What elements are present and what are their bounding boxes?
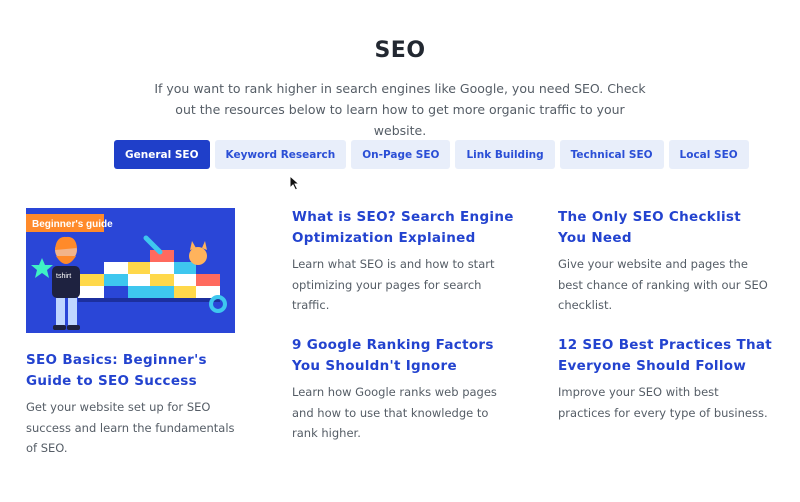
article-card: 9 Google Ranking Factors You Shouldn't I… — [292, 335, 517, 444]
page-title: SEO — [374, 38, 426, 63]
article-title-link[interactable]: SEO Basics: Beginner's Guide to SEO Succ… — [26, 350, 246, 391]
shirt-text: tshirt — [56, 273, 71, 280]
tab-keyword-research[interactable]: Keyword Research — [214, 140, 347, 169]
article-title-link[interactable]: The Only SEO Checklist You Need — [558, 207, 773, 248]
article-description: Improve your SEO with best practices for… — [558, 385, 768, 420]
article-card: The Only SEO Checklist You Need Give you… — [558, 207, 773, 316]
article-description: Give your website and pages the best cha… — [558, 257, 768, 312]
tab-technical-seo[interactable]: Technical SEO — [559, 140, 664, 169]
article-card: SEO Basics: Beginner's Guide to SEO Succ… — [26, 350, 246, 459]
tab-on-page-seo[interactable]: On-Page SEO — [351, 140, 451, 169]
article-description: Get your website set up for SEO success … — [26, 400, 235, 455]
article-description: Learn what SEO is and how to start optim… — [292, 257, 495, 312]
tab-link-building[interactable]: Link Building — [455, 140, 555, 169]
article-title-link[interactable]: 9 Google Ranking Factors You Shouldn't I… — [292, 335, 517, 376]
topic-tabs: General SEO Keyword Research On-Page SEO… — [114, 140, 749, 169]
article-card: What is SEO? Search Engine Optimization … — [292, 207, 517, 316]
beginners-guide-illustration[interactable]: Beginner's guide tshirt — [26, 208, 235, 333]
tab-local-seo[interactable]: Local SEO — [668, 140, 749, 169]
article-card: 12 SEO Best Practices That Everyone Shou… — [558, 335, 773, 423]
mouse-cursor-icon — [289, 175, 301, 191]
article-title-link[interactable]: 12 SEO Best Practices That Everyone Shou… — [558, 335, 773, 376]
article-description: Learn how Google ranks web pages and how… — [292, 385, 497, 440]
intro-text: If you want to rank higher in search eng… — [154, 81, 646, 138]
article-title-link[interactable]: What is SEO? Search Engine Optimization … — [292, 207, 517, 248]
tab-general-seo[interactable]: General SEO — [114, 140, 210, 169]
hero-badge-text: Beginner's guide — [32, 219, 113, 230]
